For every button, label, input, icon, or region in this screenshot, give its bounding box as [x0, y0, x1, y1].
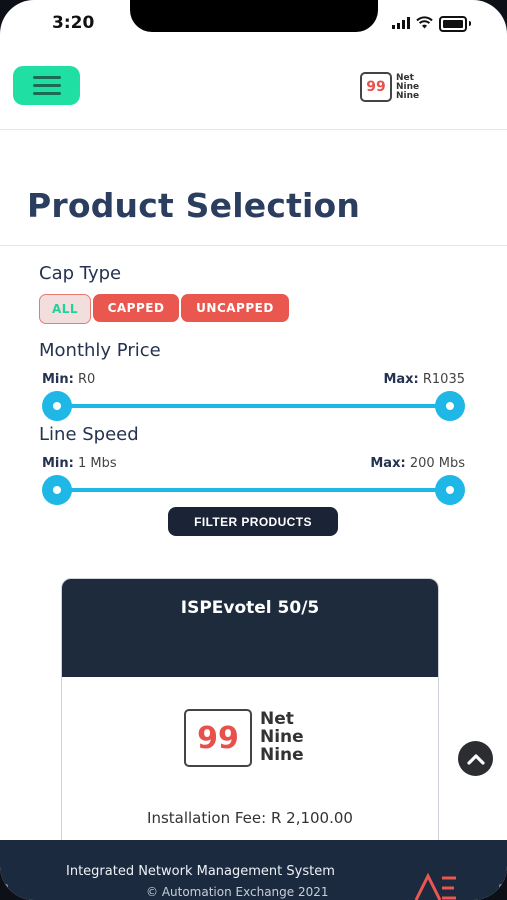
chip-capped[interactable]: CAPPED	[93, 294, 179, 322]
product-logo-badge: 99	[184, 709, 252, 767]
speed-min-readout: Min: 1 Mbs	[42, 456, 117, 471]
status-icons	[392, 14, 471, 33]
installation-fee: Installation Fee: R 2,100.00	[147, 809, 353, 827]
product-title: ISPEvotel 50/5	[62, 579, 438, 677]
speed-min-handle[interactable]	[42, 475, 72, 505]
price-min-label: Min:	[42, 372, 74, 387]
speed-max-handle[interactable]	[435, 475, 465, 505]
device-notch	[130, 0, 378, 32]
product-logo: 99 Net Nine Nine	[184, 709, 304, 767]
speed-max-readout: Max: 200 Mbs	[370, 456, 465, 471]
cap-type-label: Cap Type	[39, 263, 122, 284]
chevron-up-icon	[466, 753, 485, 765]
speed-max-label: Max:	[370, 456, 406, 471]
scroll-to-top-button[interactable]	[458, 741, 493, 776]
speed-max-value: 200 Mbs	[409, 456, 465, 471]
signal-icon	[392, 14, 410, 33]
hamburger-icon-line	[32, 76, 61, 79]
speed-min-value: 1 Mbs	[78, 456, 117, 471]
menu-button[interactable]	[13, 66, 80, 105]
battery-nub	[469, 21, 471, 26]
speed-min-label: Min:	[42, 456, 74, 471]
price-max-readout: Max: R1035	[383, 372, 465, 387]
cap-type-chips: ALL CAPPED UNCAPPED	[39, 294, 289, 324]
app-header: 99 Net Nine Nine	[0, 44, 507, 130]
price-range-track[interactable]	[57, 404, 450, 408]
status-time: 3:20	[52, 13, 95, 33]
price-max-value: R1035	[422, 372, 465, 387]
brand-word: Nine	[396, 90, 420, 101]
chip-uncapped[interactable]: UNCAPPED	[181, 294, 289, 322]
wifi-icon	[416, 14, 433, 33]
hamburger-icon-line	[32, 92, 61, 95]
line-speed-label: Line Speed	[39, 424, 139, 445]
hamburger-icon-line	[32, 84, 61, 87]
brand-logo: 99 Net Nine Nine	[360, 72, 419, 102]
filter-products-button[interactable]: FILTER PRODUCTS	[168, 507, 338, 536]
corner-dot	[499, 884, 503, 888]
battery-icon	[439, 15, 467, 32]
price-min-handle[interactable]	[42, 391, 72, 421]
phone-screen: 3:20 99 Net Nine Nine Product Selection …	[0, 0, 507, 900]
footer-copyright: © Automation Exchange 2021	[146, 885, 329, 899]
app-footer: Integrated Network Management System © A…	[0, 840, 507, 900]
price-min-readout: Min: R0	[42, 372, 95, 387]
chip-all[interactable]: ALL	[39, 294, 91, 324]
footer-logo	[414, 872, 458, 900]
logo-word: Nine	[260, 744, 304, 765]
page-title: Product Selection	[27, 186, 361, 225]
price-max-label: Max:	[383, 372, 419, 387]
monthly-price-label: Monthly Price	[39, 340, 161, 361]
price-min-value: R0	[78, 372, 96, 387]
speed-range-track[interactable]	[57, 488, 450, 492]
corner-dot	[4, 884, 8, 888]
brand-logo-badge: 99	[360, 72, 392, 102]
footer-title: Integrated Network Management System	[66, 864, 335, 879]
title-divider	[0, 245, 507, 246]
price-max-handle[interactable]	[435, 391, 465, 421]
product-logo-text: Net Nine Nine	[260, 710, 304, 765]
brand-logo-text: Net Nine Nine	[396, 73, 420, 101]
